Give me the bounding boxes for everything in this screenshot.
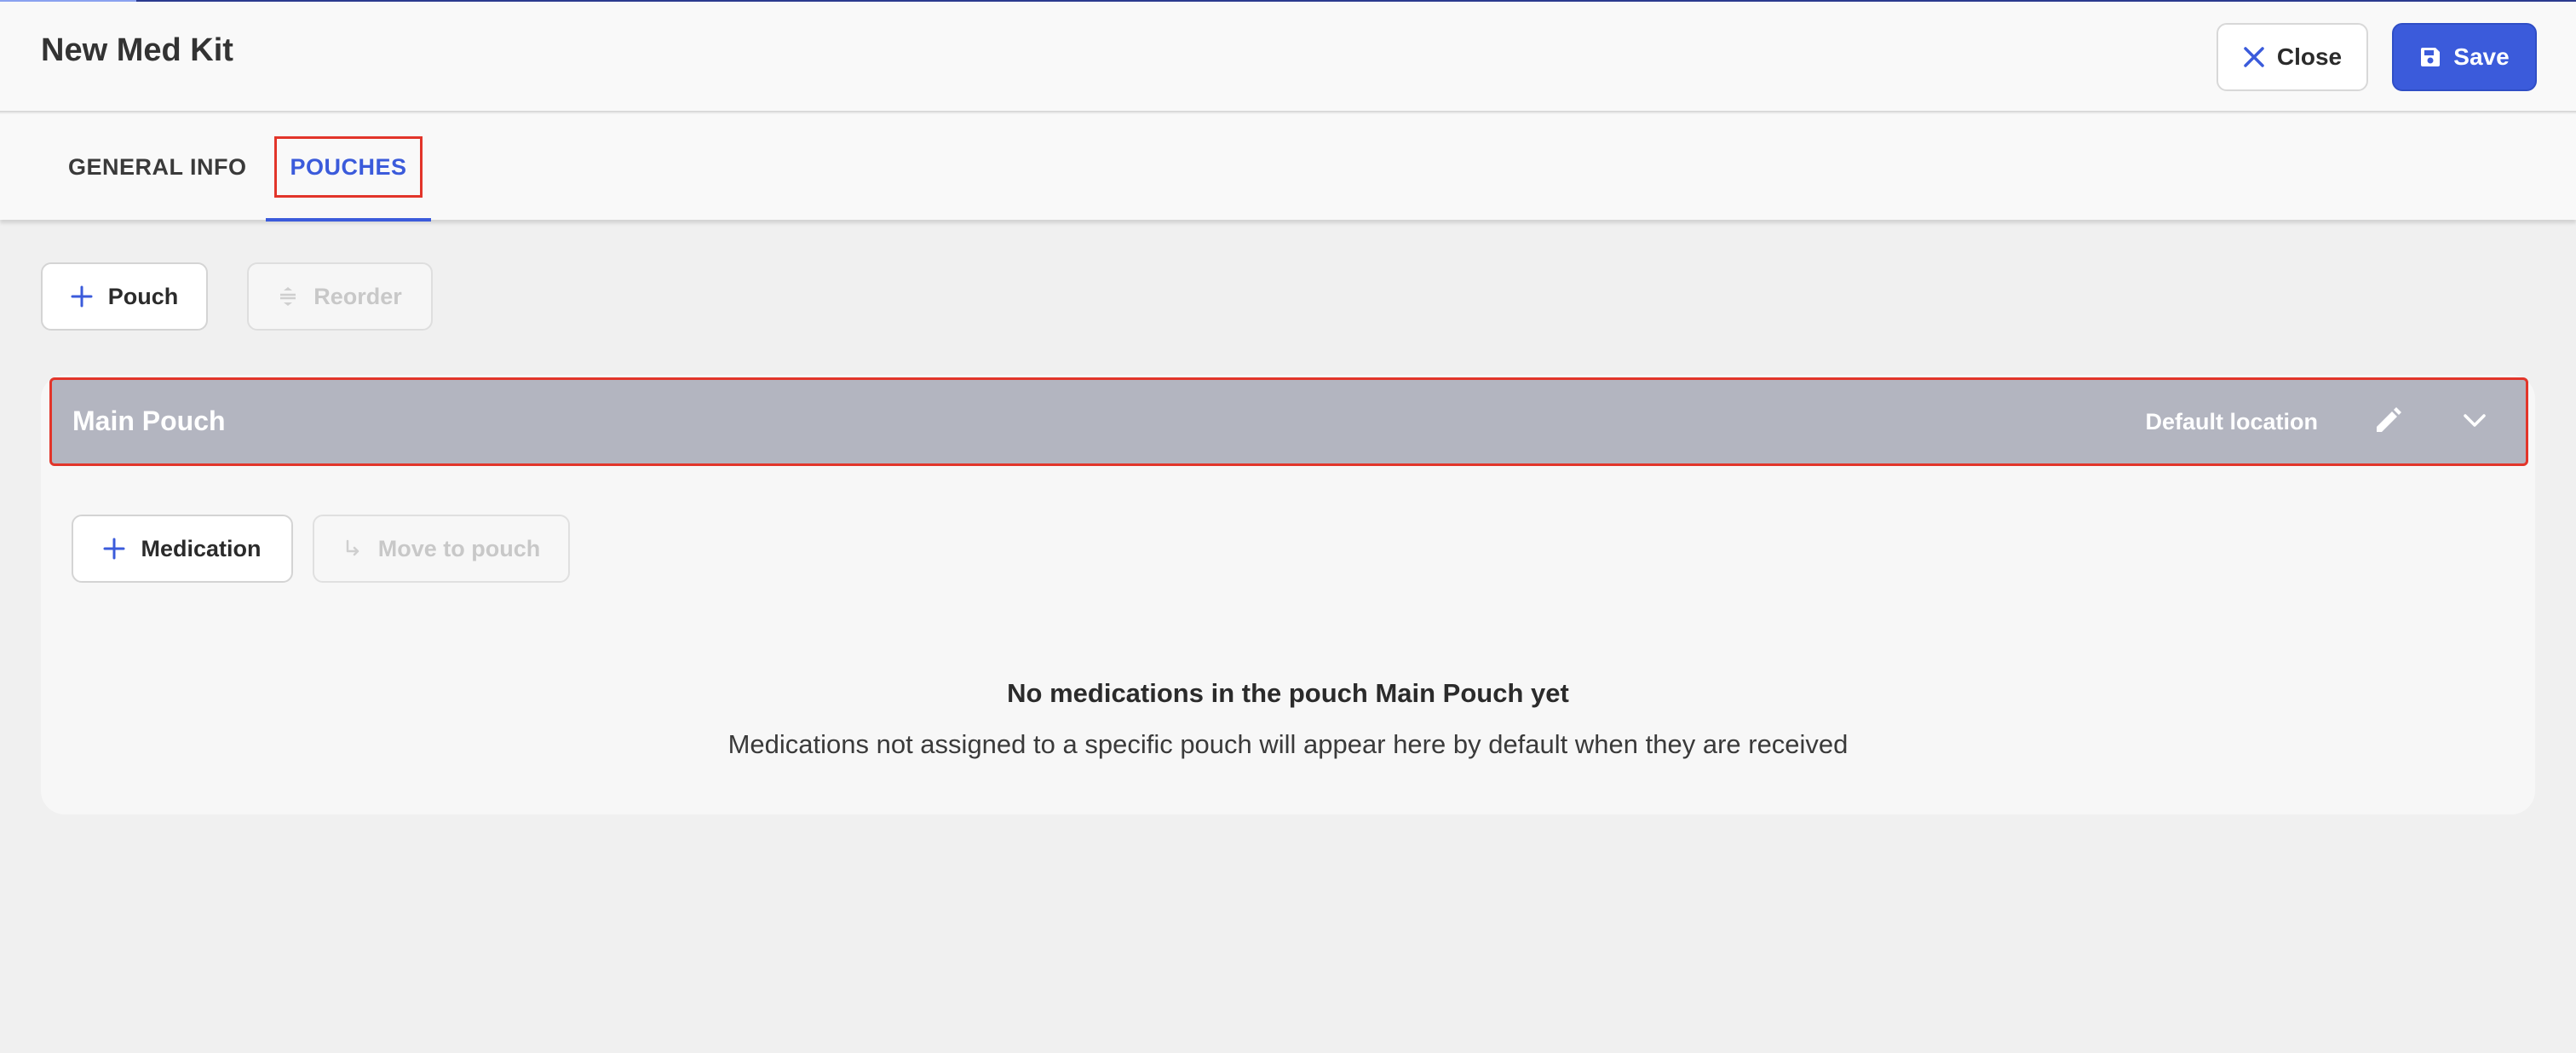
add-medication-button[interactable]: Medication xyxy=(72,515,293,583)
default-location-label: Default location xyxy=(2145,409,2318,434)
reorder-icon xyxy=(278,285,298,308)
move-to-pouch-button[interactable]: Move to pouch xyxy=(313,515,570,583)
reorder-label: Reorder xyxy=(313,283,402,309)
empty-state-description: Medications not assigned to a specific p… xyxy=(727,729,1849,759)
close-button[interactable]: Close xyxy=(2217,23,2368,91)
pouch-name: Main Pouch xyxy=(72,406,226,436)
tab-pouches[interactable]: POUCHES xyxy=(266,114,431,222)
edit-icon[interactable] xyxy=(2372,406,2403,440)
close-button-label: Close xyxy=(2276,43,2343,70)
move-to-pouch-label: Move to pouch xyxy=(377,535,541,561)
add-pouch-label: Pouch xyxy=(107,283,179,309)
save-button[interactable]: Save xyxy=(2392,23,2537,91)
page-title: New Med Kit xyxy=(41,32,233,68)
reorder-button[interactable]: Reorder xyxy=(247,262,433,331)
active-tab-indicator xyxy=(266,218,431,222)
page-header: New Med Kit Close Save xyxy=(0,2,2576,112)
tab-bar: GENERAL INFO POUCHES xyxy=(0,114,2576,222)
save-icon xyxy=(2419,46,2441,68)
empty-state-title: No medications in the pouch Main Pouch y… xyxy=(1007,678,1569,708)
plus-icon xyxy=(103,538,125,560)
plus-icon xyxy=(71,285,93,308)
add-medication-label: Medication xyxy=(141,535,262,561)
tab-general-info-label: GENERAL INFO xyxy=(68,153,247,180)
chevron-down-icon[interactable] xyxy=(2461,407,2488,439)
save-button-label: Save xyxy=(2453,43,2510,70)
pouch-header[interactable]: Main Pouch Default location xyxy=(49,377,2528,466)
subdirectory-arrow-icon xyxy=(342,538,363,559)
add-pouch-button[interactable]: Pouch xyxy=(41,262,208,331)
tab-general-info[interactable]: GENERAL INFO xyxy=(68,114,247,220)
close-icon xyxy=(2243,46,2265,68)
tab-pouches-highlight xyxy=(274,136,423,198)
